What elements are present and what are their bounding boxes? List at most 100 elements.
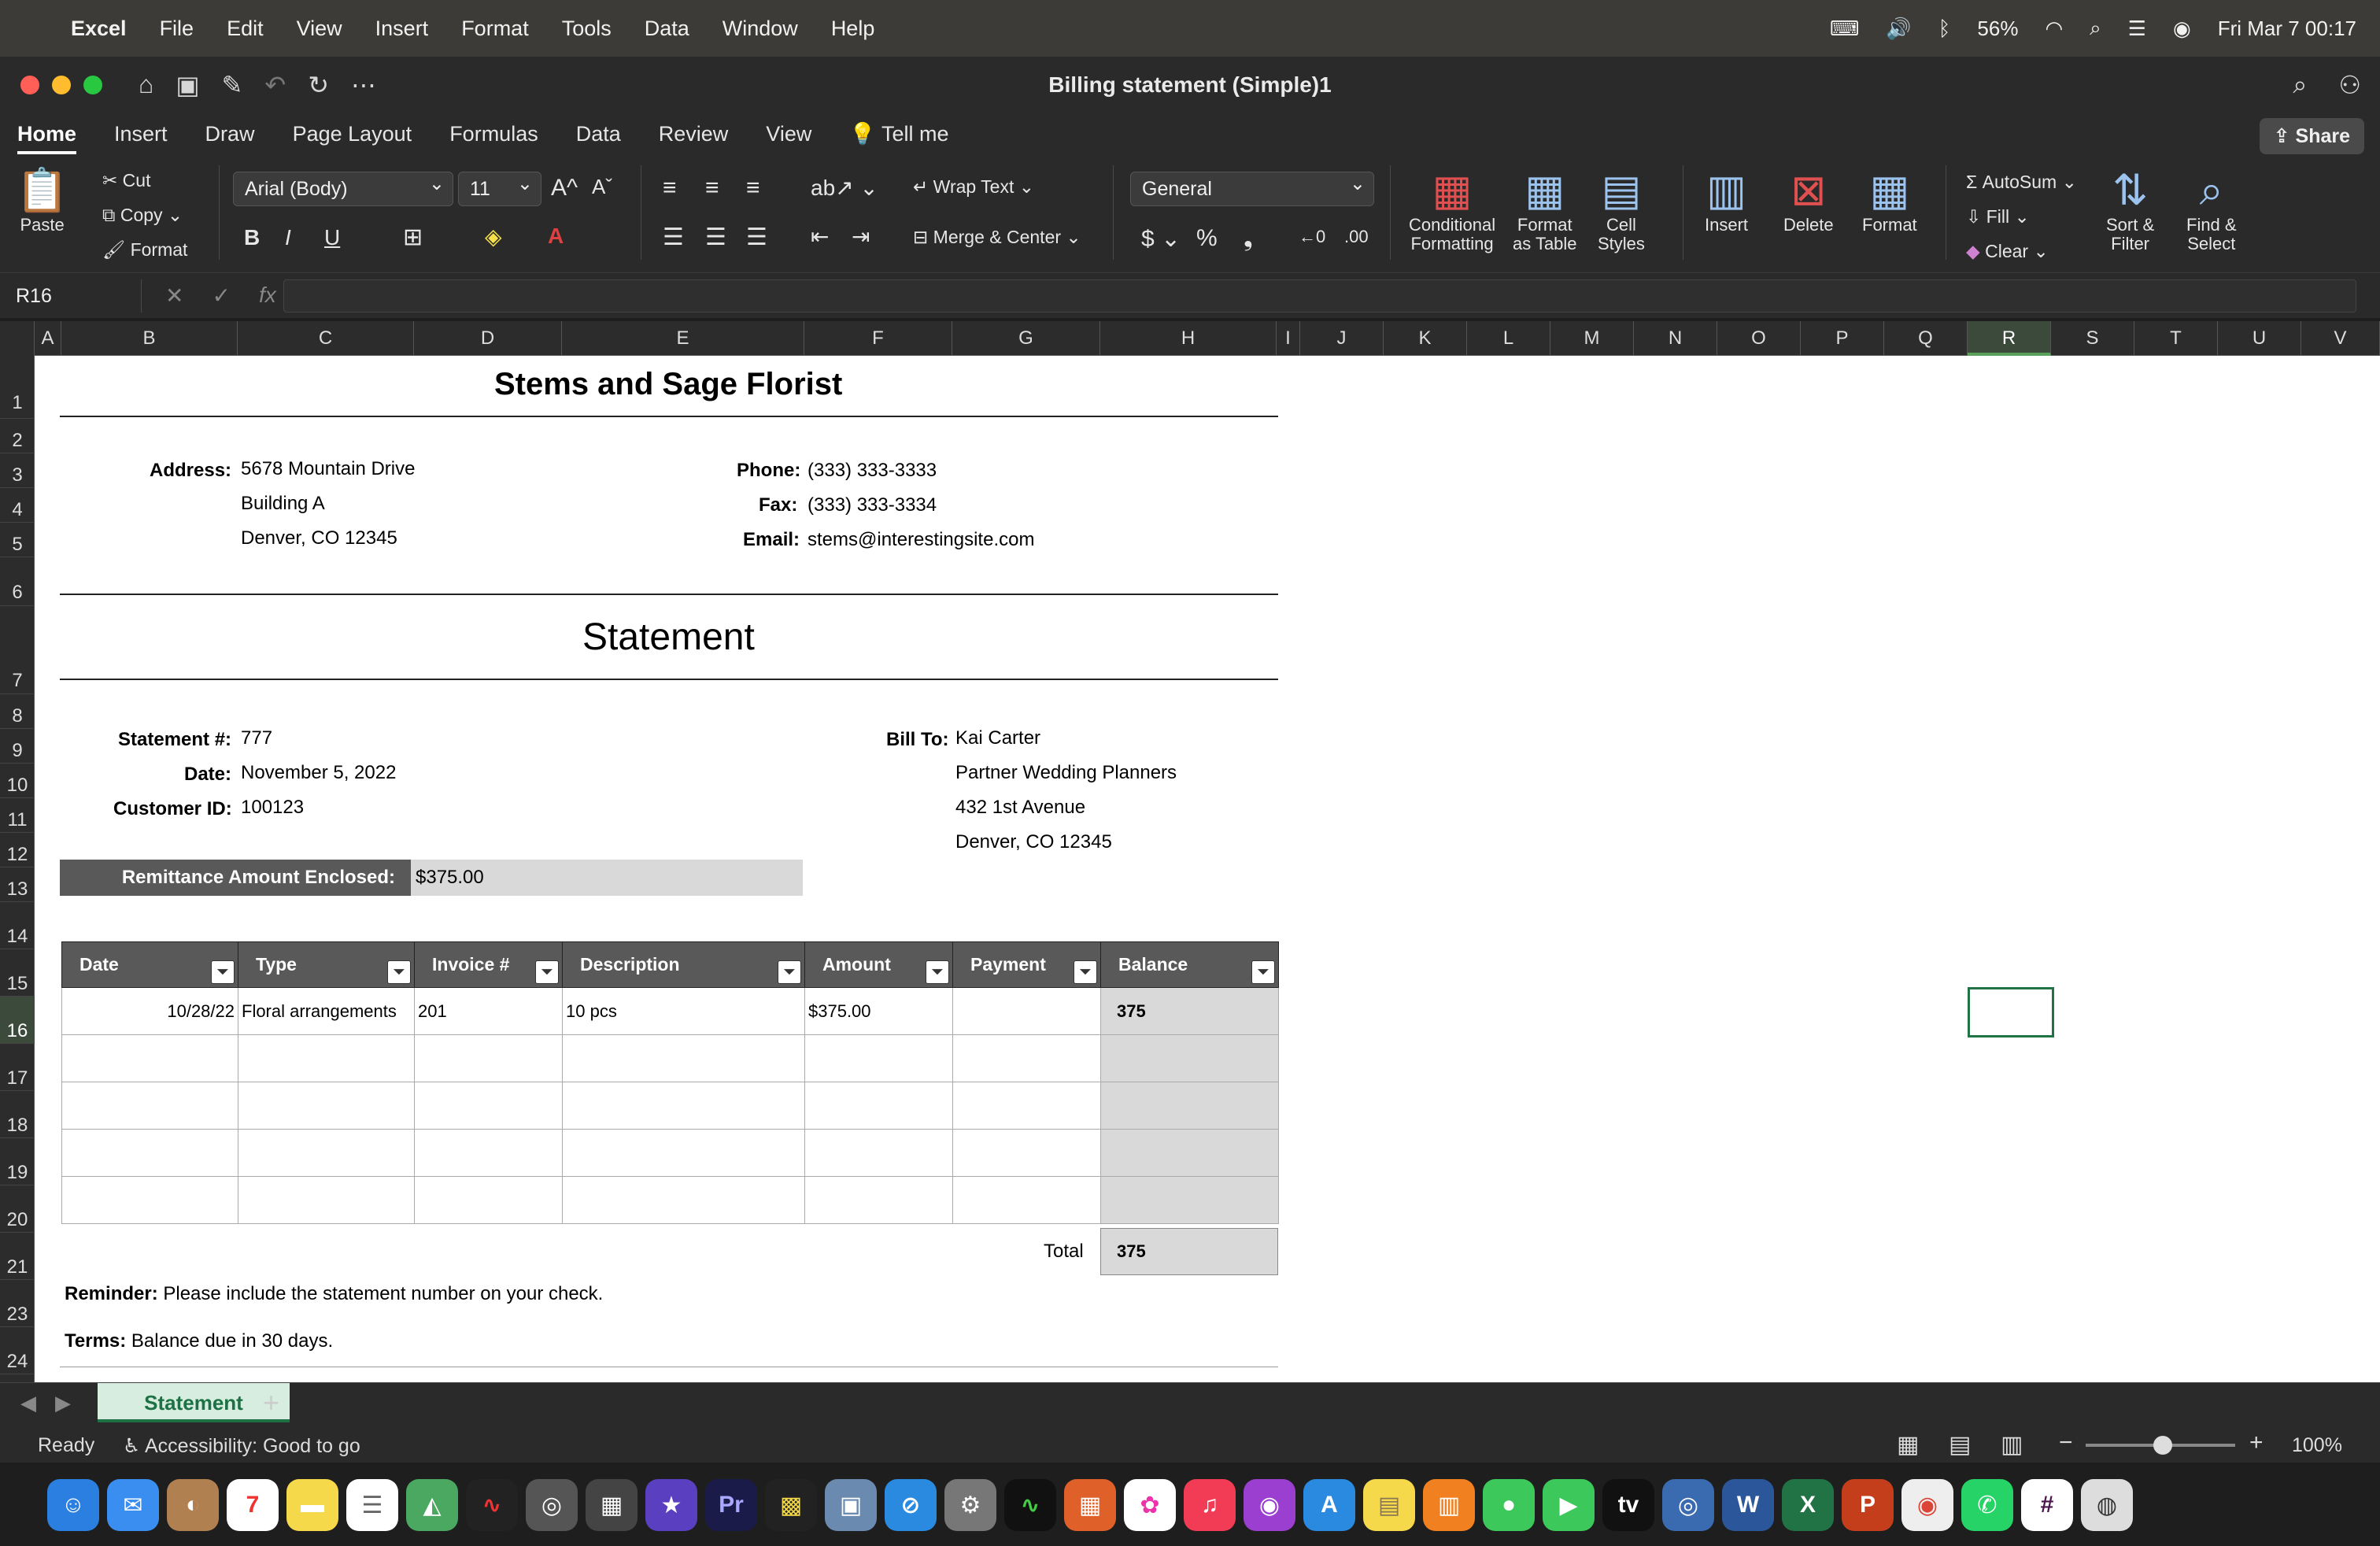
calendar-icon[interactable]: 7 bbox=[227, 1479, 279, 1531]
table-cell-balance[interactable]: 375 bbox=[1100, 987, 1279, 1035]
table-cell[interactable] bbox=[238, 1129, 415, 1177]
column-header-o[interactable]: O bbox=[1717, 321, 1801, 356]
table-cell[interactable]: 10/28/22 bbox=[61, 987, 238, 1035]
powerpoint-icon[interactable]: P bbox=[1842, 1479, 1894, 1531]
more-icon[interactable]: ⋯ bbox=[351, 70, 376, 100]
row-header[interactable]: 4 bbox=[0, 488, 35, 523]
bold-icon[interactable]: B bbox=[244, 225, 260, 250]
format-painter-button[interactable]: 🖌 Format bbox=[102, 239, 187, 261]
align-bottom-icon[interactable]: ≡ bbox=[746, 175, 760, 202]
volume-icon[interactable]: 🔊 bbox=[1886, 17, 1911, 41]
fill-color-icon[interactable]: ◈ bbox=[485, 224, 502, 250]
column-header-v[interactable]: V bbox=[2301, 321, 2380, 356]
collaborate-icon[interactable]: ⚇ bbox=[2338, 70, 2361, 100]
spotlight-icon[interactable]: ⌕ bbox=[2090, 16, 2101, 41]
table-cell-balance[interactable] bbox=[1100, 1034, 1279, 1082]
column-header-n[interactable]: N bbox=[1634, 321, 1717, 356]
row-header[interactable]: 19 bbox=[0, 1138, 35, 1185]
decrease-indent-icon[interactable]: ⇤ bbox=[811, 224, 829, 250]
row-header[interactable]: 13 bbox=[0, 867, 35, 902]
stickies-icon[interactable]: ▤ bbox=[1363, 1479, 1415, 1531]
screenshot-icon[interactable]: ◎ bbox=[526, 1479, 578, 1531]
font-size-select[interactable]: 11 bbox=[458, 168, 541, 206]
column-header-s[interactable]: S bbox=[2051, 321, 2134, 356]
wrap-text-button[interactable]: ↵ Wrap Text ⌄ bbox=[913, 176, 1034, 198]
podcasts-icon[interactable]: ◉ bbox=[1244, 1479, 1295, 1531]
row-header[interactable]: 1 bbox=[0, 356, 35, 419]
table-cell[interactable]: 201 bbox=[414, 987, 563, 1035]
row-header[interactable]: 10 bbox=[0, 764, 35, 798]
align-center-icon[interactable]: ☰ bbox=[705, 224, 726, 251]
music-icon[interactable]: ♫ bbox=[1184, 1479, 1236, 1531]
row-header[interactable]: 11 bbox=[0, 798, 35, 833]
menu-excel[interactable]: Excel bbox=[71, 17, 127, 41]
table-cell[interactable] bbox=[414, 1129, 563, 1177]
close-window-button[interactable] bbox=[20, 76, 39, 94]
align-right-icon[interactable]: ☰ bbox=[746, 224, 767, 251]
table-cell[interactable] bbox=[952, 1082, 1101, 1130]
menu-insert[interactable]: Insert bbox=[375, 17, 429, 41]
increase-decimal-icon[interactable]: ←0 bbox=[1299, 227, 1325, 247]
column-header-k[interactable]: K bbox=[1384, 321, 1467, 356]
reminders-icon[interactable]: ☰ bbox=[346, 1479, 398, 1531]
row-header[interactable]: 2 bbox=[0, 419, 35, 453]
align-left-icon[interactable]: ☰ bbox=[663, 224, 684, 251]
table-cell[interactable]: 10 pcs bbox=[562, 987, 805, 1035]
table-cell[interactable] bbox=[562, 1129, 805, 1177]
enter-icon[interactable]: ✓ bbox=[212, 283, 230, 309]
normal-view-icon[interactable]: ▦ bbox=[1897, 1431, 1919, 1459]
table-cell[interactable] bbox=[562, 1034, 805, 1082]
table-cell[interactable] bbox=[61, 1176, 238, 1224]
increase-font-icon[interactable]: A^ bbox=[551, 175, 578, 202]
table-cell-balance[interactable] bbox=[1100, 1129, 1279, 1177]
row-header[interactable]: 8 bbox=[0, 694, 35, 729]
merge-center-button[interactable]: ⊟ Merge & Center ⌄ bbox=[913, 227, 1081, 248]
column-header-b[interactable]: B bbox=[61, 321, 238, 356]
column-header-p[interactable]: P bbox=[1801, 321, 1884, 356]
table-cell[interactable] bbox=[562, 1176, 805, 1224]
column-header-g[interactable]: G bbox=[952, 321, 1100, 356]
keyboard-icon[interactable]: ⌨ bbox=[1830, 17, 1860, 41]
row-header[interactable]: 17 bbox=[0, 1044, 35, 1091]
menu-window[interactable]: Window bbox=[722, 17, 798, 41]
format-as-table-button[interactable]: ▦ Format as Table bbox=[1513, 165, 1577, 253]
messages-icon[interactable]: ● bbox=[1483, 1479, 1535, 1531]
finder-icon[interactable]: ☺ bbox=[47, 1479, 99, 1531]
table-cell[interactable]: $375.00 bbox=[804, 987, 953, 1035]
row-header-selected[interactable]: 16 bbox=[0, 997, 35, 1044]
minimize-window-button[interactable] bbox=[52, 76, 71, 94]
battery-percent[interactable]: 56% bbox=[1977, 17, 2018, 41]
row-header[interactable]: 15 bbox=[0, 949, 35, 997]
column-header-m[interactable]: M bbox=[1550, 321, 1634, 356]
autosum-button[interactable]: Σ AutoSum ⌄ bbox=[1966, 172, 2077, 193]
column-header-l[interactable]: L bbox=[1467, 321, 1550, 356]
mail-icon[interactable]: ✉ bbox=[107, 1479, 159, 1531]
italic-icon[interactable]: I bbox=[285, 225, 291, 250]
zoom-in-icon[interactable]: + bbox=[2249, 1429, 2264, 1456]
row-header[interactable]: 12 bbox=[0, 833, 35, 867]
launchpad-icon[interactable]: ▦ bbox=[1064, 1479, 1116, 1531]
menu-help[interactable]: Help bbox=[831, 17, 875, 41]
tab-page-layout[interactable]: Page Layout bbox=[293, 113, 412, 154]
increase-indent-icon[interactable]: ⇥ bbox=[852, 224, 870, 250]
menubar-clock[interactable]: Fri Mar 7 00:17 bbox=[2218, 17, 2356, 41]
table-cell[interactable] bbox=[61, 1082, 238, 1130]
cell-styles-button[interactable]: ▤ Cell Styles bbox=[1598, 165, 1645, 253]
font-color-icon[interactable]: A bbox=[548, 224, 564, 249]
column-header-r[interactable]: R bbox=[1968, 321, 2051, 356]
table-cell[interactable] bbox=[804, 1129, 953, 1177]
table-cell[interactable] bbox=[952, 1176, 1101, 1224]
whatsapp-icon[interactable]: ✆ bbox=[1961, 1479, 2013, 1531]
control-center-icon[interactable]: ☰ bbox=[2128, 17, 2146, 41]
next-sheet-icon[interactable]: ▶ bbox=[55, 1391, 71, 1415]
table-cell[interactable]: Floral arrangements bbox=[238, 987, 415, 1035]
row-header[interactable]: 23 bbox=[0, 1280, 35, 1327]
table-cell[interactable] bbox=[238, 1082, 415, 1130]
column-header-e[interactable]: E bbox=[562, 321, 804, 356]
copy-button[interactable]: ⧉ Copy ⌄ bbox=[102, 205, 183, 226]
final-cut-icon[interactable]: ▩ bbox=[765, 1479, 817, 1531]
voice-memos-icon[interactable]: ∿ bbox=[466, 1479, 518, 1531]
column-header-i[interactable]: I bbox=[1277, 321, 1300, 356]
notes-icon[interactable]: ▬ bbox=[286, 1479, 338, 1531]
menu-edit[interactable]: Edit bbox=[227, 17, 264, 41]
